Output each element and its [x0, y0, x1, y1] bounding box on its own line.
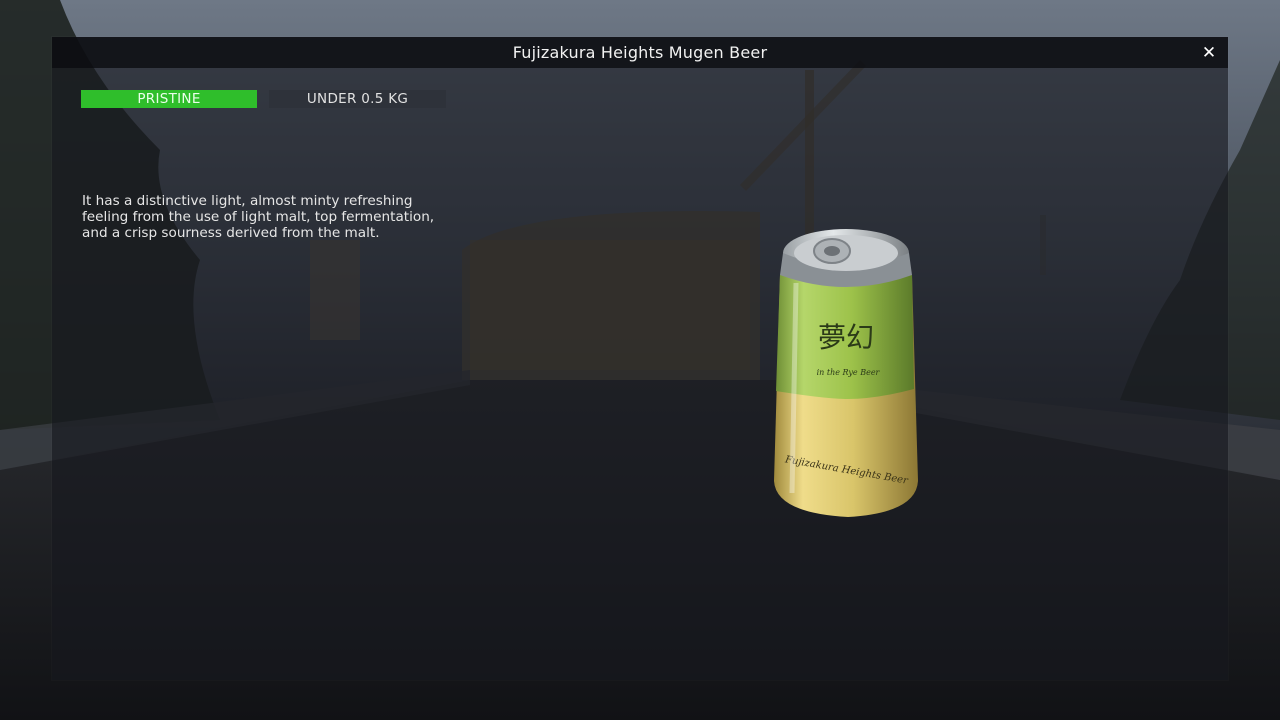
weight-badge: UNDER 0.5 KG [269, 90, 446, 108]
can-script-label: in the Rye Beer [817, 368, 881, 377]
item-title: Fujizakura Heights Mugen Beer [512, 43, 768, 62]
close-icon: ✕ [1201, 43, 1217, 63]
condition-badge: PRISTINE [81, 90, 257, 108]
item-inspect-panel: Fujizakura Heights Mugen Beer ✕ PRISTINE… [52, 37, 1228, 680]
close-button[interactable]: ✕ [1198, 42, 1220, 64]
beer-can-model[interactable]: 夢幻 in the Rye Beer Fujizakura Heights Be… [766, 223, 926, 523]
can-kanji-label: 夢幻 [818, 321, 874, 354]
title-bar: Fujizakura Heights Mugen Beer ✕ [52, 37, 1228, 68]
item-description: It has a distinctive light, almost minty… [82, 193, 435, 241]
